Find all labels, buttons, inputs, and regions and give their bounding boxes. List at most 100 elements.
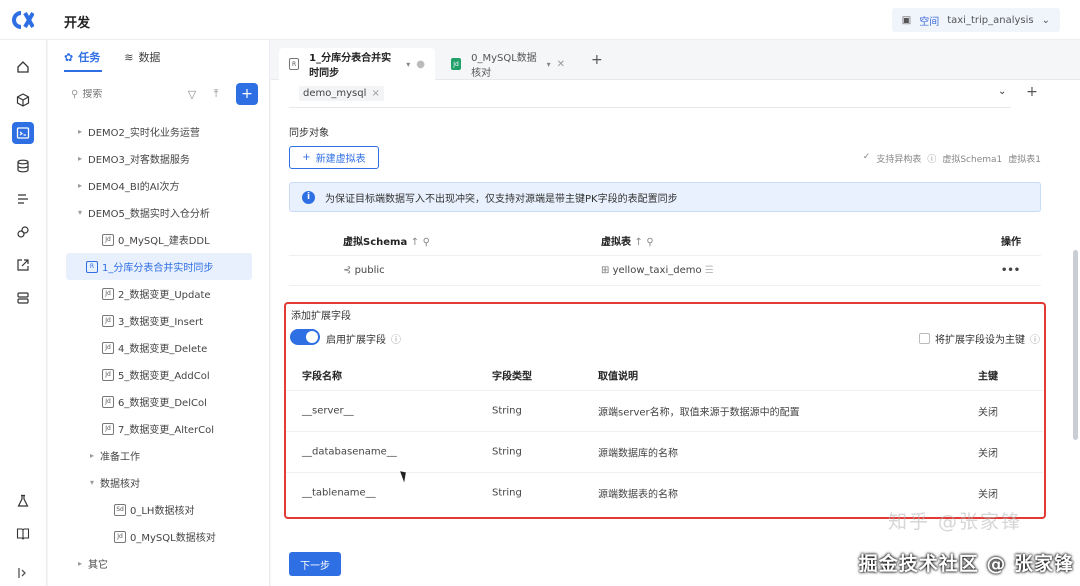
tree-search[interactable]: ⚲: [62, 83, 180, 105]
col-virtual-table[interactable]: 虚拟表 ↑ ⚲: [601, 233, 654, 248]
extension-title: 添加扩展字段: [291, 311, 351, 322]
chevron-down-icon[interactable]: ▾: [547, 60, 551, 69]
virtual-table-header: 虚拟Schema ↑ ⚲ 虚拟表 ↑ ⚲ 操作: [289, 226, 1041, 256]
search-icon[interactable]: ⚲: [423, 237, 430, 248]
col-value-desc: 取值说明: [598, 371, 638, 383]
col-virtual-schema[interactable]: 虚拟Schema ↑ ⚲: [343, 233, 430, 248]
home-icon[interactable]: [12, 56, 34, 78]
tab-mysql-check[interactable]: Jd 0_MySQL数据核对 ▾ ✕: [441, 48, 575, 80]
search-icon[interactable]: ⚲: [646, 237, 653, 248]
table-row[interactable]: ⊰ public ⊞ yellow_taxi_demo ☰ •••: [289, 256, 1041, 286]
tree-item-label: 1_分库分表合并实时同步: [102, 263, 214, 274]
value-desc-cell: 源端数据库的名称: [598, 448, 678, 460]
tree-file[interactable]: Jd 4_数据变更_Delete: [48, 334, 270, 361]
caret-right-icon[interactable]: ▸: [78, 127, 88, 136]
tree-file[interactable]: R 1_分库分表合并实时同步: [66, 253, 252, 280]
tree-file[interactable]: Jd 2_数据变更_Update: [48, 280, 270, 307]
list-icon[interactable]: ☰: [705, 265, 714, 276]
tree-folder[interactable]: ▸ DEMO4_BI的AI次方: [48, 172, 270, 199]
link-icon[interactable]: [12, 221, 34, 243]
next-step-button[interactable]: 下一步: [289, 552, 341, 576]
develop-icon[interactable]: [12, 122, 34, 144]
tree-folder[interactable]: ▾ 数据核对: [48, 469, 270, 496]
tree-item-label: DEMO5_数据实时入仓分析: [88, 209, 210, 220]
caret-down-icon[interactable]: ▾: [78, 208, 88, 217]
tree-item-label: 其它: [88, 560, 108, 571]
chevron-down-icon[interactable]: ⌄: [998, 86, 1006, 97]
tab-tasks[interactable]: ✿ 任务: [64, 48, 100, 66]
workspace-selector[interactable]: ▣ 空间 taxi_trip_analysis ⌄: [891, 8, 1060, 32]
tree-item-label: 0_MySQL_建表DDL: [118, 236, 210, 247]
info-icon[interactable]: ⓘ: [1030, 331, 1040, 346]
database-icon[interactable]: [12, 155, 34, 177]
tree-item-label: 0_MySQL数据核对: [130, 533, 216, 544]
enable-extension-toggle[interactable]: [290, 329, 320, 345]
caret-right-icon[interactable]: ▸: [78, 559, 88, 568]
info-icon[interactable]: ⓘ: [391, 331, 401, 346]
realtime-file-icon: R: [289, 58, 300, 70]
tree-folder[interactable]: ▸ DEMO3_对客数据服务: [48, 145, 270, 172]
tree-folder[interactable]: ▸ 其它: [48, 550, 270, 577]
tree-file[interactable]: Sd 0_LH数据核对: [48, 496, 270, 523]
tree-file[interactable]: Jd 0_MySQL数据核对: [48, 523, 270, 550]
tab-data-label: 数据: [138, 51, 161, 64]
vertical-scrollbar[interactable]: [1073, 250, 1078, 440]
tab-sync-task[interactable]: R 1_分库分表合并实时同步 ▾ ●: [279, 48, 435, 80]
tree-item-label: 3_数据变更_Insert: [118, 317, 204, 328]
primary-key-cell[interactable]: 关闭: [978, 445, 998, 460]
tree-folder[interactable]: ▸ DEMO2_实时化业务运营: [48, 118, 270, 145]
more-actions-icon[interactable]: •••: [1001, 265, 1020, 276]
tree-file[interactable]: Jd 5_数据变更_AddCol: [48, 361, 270, 388]
icon-rail: [0, 40, 47, 586]
datasource-tag[interactable]: demo_mysql ×: [299, 86, 384, 101]
tree-folder[interactable]: ▾ DEMO5_数据实时入仓分析: [48, 199, 270, 226]
book-icon[interactable]: [12, 522, 34, 544]
flask-icon[interactable]: [12, 490, 34, 512]
workspace-icon: ▣: [901, 14, 912, 26]
caret-down-icon[interactable]: ▾: [90, 478, 100, 487]
chevron-down-icon[interactable]: ▾: [406, 60, 410, 69]
watermark: 掘金技术社区 @ 张家锋: [858, 553, 1074, 575]
info-banner-text: 为保证目标端数据写入不出现冲突，仅支持对源端是带主键PK字段的表配置同步: [325, 193, 678, 205]
set-pk-checkbox[interactable]: [919, 333, 930, 344]
tab-data[interactable]: ≋ 数据: [124, 48, 160, 66]
sort-icon[interactable]: ↑: [411, 237, 419, 248]
filter-icon[interactable]: ▽: [180, 83, 204, 105]
tree-item-label: DEMO4_BI的AI次方: [88, 182, 180, 193]
datasource-select[interactable]: demo_mysql ×: [289, 80, 1011, 108]
tree-file[interactable]: Jd 7_数据变更_AlterCol: [48, 415, 270, 442]
new-tab-icon[interactable]: +: [591, 52, 603, 68]
list-icon[interactable]: [12, 188, 34, 210]
tree-folder[interactable]: ▸ 准备工作: [48, 442, 270, 469]
caret-right-icon[interactable]: ▸: [90, 451, 100, 460]
storage-icon[interactable]: [12, 287, 34, 309]
search-input[interactable]: [82, 88, 163, 100]
tree-file[interactable]: Jd 3_数据变更_Insert: [48, 307, 270, 334]
set-pk-option[interactable]: 将扩展字段设为主键 ⓘ: [919, 331, 1040, 346]
active-tab-indicator: [64, 70, 102, 72]
cube-icon[interactable]: [12, 89, 34, 111]
close-icon[interactable]: ✕: [557, 59, 565, 70]
export-icon[interactable]: [12, 254, 34, 276]
tree-file[interactable]: Jd 0_MySQL_建表DDL: [48, 226, 270, 253]
collapse-sidebar-icon[interactable]: [12, 562, 34, 584]
tree-file[interactable]: Jd 6_数据变更_DelCol: [48, 388, 270, 415]
extension-fields-table: 字段名称 字段类型 取值说明 主键 __server__ String 源端serv…: [286, 360, 1043, 513]
top-bar: 开发 ▣ 空间 taxi_trip_analysis ⌄: [0, 0, 1080, 40]
app-logo-icon[interactable]: [12, 10, 34, 30]
caret-right-icon[interactable]: ▸: [78, 154, 88, 163]
col-field-type: 字段类型: [492, 371, 532, 383]
sort-icon[interactable]: ↑: [634, 237, 642, 248]
caret-right-icon[interactable]: ▸: [78, 181, 88, 190]
add-datasource-icon[interactable]: +: [1022, 82, 1042, 102]
check-icon: ✓: [862, 152, 871, 162]
file-icon: Jd: [102, 395, 114, 408]
chevron-down-icon: ⌄: [1041, 14, 1050, 26]
add-task-button[interactable]: +: [236, 83, 258, 105]
primary-key-cell[interactable]: 关闭: [978, 486, 998, 501]
main-editor: R 1_分库分表合并实时同步 ▾ ● Jd 0_MySQL数据核对 ▾ ✕ + …: [271, 40, 1080, 586]
collapse-all-icon[interactable]: ⤒: [204, 83, 228, 105]
new-virtual-table-button[interactable]: + 新建虚拟表: [289, 146, 379, 169]
primary-key-cell[interactable]: 关闭: [978, 404, 998, 419]
close-icon[interactable]: ×: [372, 88, 380, 99]
